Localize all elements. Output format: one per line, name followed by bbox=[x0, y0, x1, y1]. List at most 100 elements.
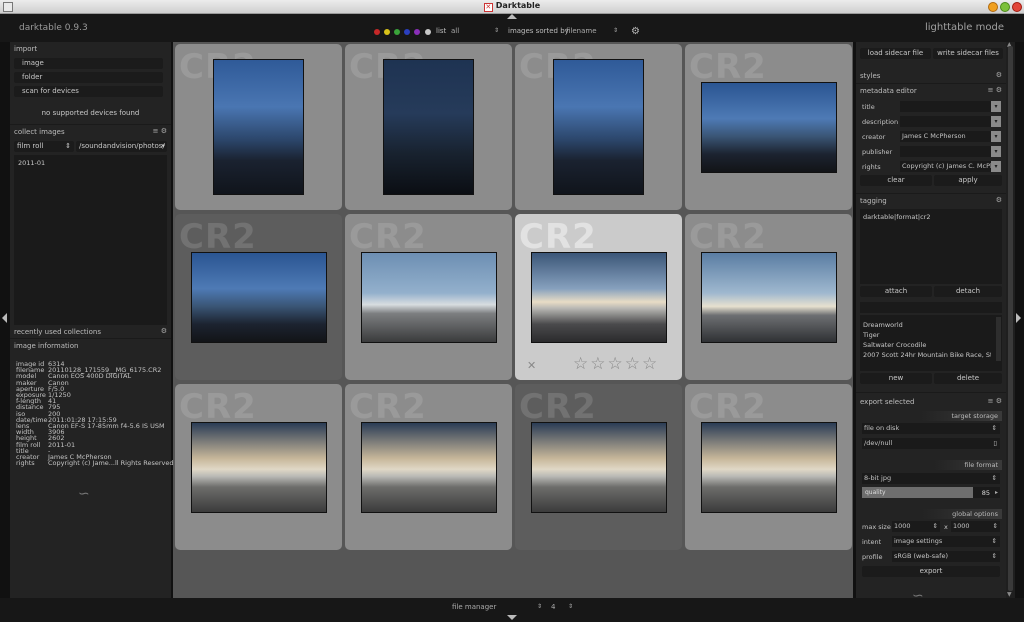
metadata-publisher-input[interactable]: ▾ bbox=[900, 146, 1001, 157]
list-item[interactable]: Saltwater Crocodile bbox=[863, 341, 991, 349]
thumbnail-image[interactable] bbox=[700, 81, 837, 173]
chevron-down-icon[interactable]: ▾ bbox=[991, 161, 1001, 172]
import-folder-button[interactable]: folder bbox=[14, 72, 163, 83]
thumbnail-image[interactable] bbox=[530, 251, 667, 343]
star-icon[interactable]: ☆ bbox=[642, 354, 659, 374]
scroll-down-icon[interactable]: ▼ bbox=[1007, 591, 1012, 598]
max-height-input[interactable]: 1000 ⇕ bbox=[951, 521, 1000, 532]
tag-entry-input[interactable] bbox=[860, 302, 1002, 313]
export-options-icons[interactable]: ≡ ⚙ bbox=[988, 397, 1002, 405]
zoom-spinner[interactable]: 4 ⇕ bbox=[548, 601, 576, 613]
thumbnail-image[interactable] bbox=[213, 59, 304, 195]
list-item[interactable]: 2007 Scott 24hr Mountain Bike Race, Stro… bbox=[863, 351, 991, 359]
thumbnail-cell[interactable]: CR2 bbox=[345, 214, 512, 380]
thumbnail-image[interactable] bbox=[530, 421, 667, 513]
color-label-dot[interactable] bbox=[404, 29, 410, 35]
collapse-top-arrow-icon[interactable] bbox=[507, 14, 517, 19]
thumbnail-cell[interactable]: CR2 bbox=[515, 384, 682, 550]
reject-icon[interactable]: ✕ bbox=[527, 359, 536, 372]
color-label-dot[interactable] bbox=[374, 29, 380, 35]
maximize-button[interactable] bbox=[1000, 2, 1010, 12]
star-icon[interactable]: ☆ bbox=[573, 354, 590, 374]
sort-combo[interactable]: filename ⇕ bbox=[563, 25, 621, 37]
document-icon[interactable]: ▯ bbox=[993, 438, 997, 449]
star-icon[interactable]: ☆ bbox=[590, 354, 607, 374]
thumbnail-image[interactable] bbox=[360, 421, 497, 513]
thumbnail-image[interactable] bbox=[553, 59, 644, 195]
apply-metadata-button[interactable]: apply bbox=[934, 175, 1002, 186]
metadata-options-icons[interactable]: ≡ ⚙ bbox=[988, 86, 1002, 94]
chevron-down-icon[interactable]: ▾ bbox=[991, 146, 1001, 157]
detach-tag-button[interactable]: detach bbox=[934, 286, 1002, 297]
list-item[interactable]: darktable|format|cr2 bbox=[863, 213, 930, 221]
thumbnail-cell[interactable]: CR2 bbox=[685, 214, 852, 380]
collect-path-combo[interactable]: /soundandvision/photos/▾ bbox=[76, 141, 167, 152]
right-panel-scrollbar[interactable]: ▲ ▼ bbox=[1006, 41, 1015, 602]
list-item[interactable]: Dreamworld bbox=[863, 321, 991, 329]
close-button[interactable] bbox=[1012, 2, 1022, 12]
metadata-rights-input[interactable]: Copyright (c) James C. McPh ▾ bbox=[900, 161, 1001, 172]
star-icon[interactable]: ☆ bbox=[625, 354, 642, 374]
thumbnail-image[interactable] bbox=[190, 421, 327, 513]
collapse-bottom-arrow-icon[interactable] bbox=[507, 615, 517, 620]
intent-combo[interactable]: image settings ⇕ bbox=[892, 536, 1000, 547]
chevron-down-icon[interactable]: ▾ bbox=[991, 116, 1001, 127]
delete-tag-button[interactable]: delete bbox=[934, 373, 1002, 384]
tag-list-scrollbar[interactable] bbox=[996, 317, 1001, 361]
thumbnail-image[interactable] bbox=[360, 251, 497, 343]
star-rating[interactable]: ☆☆☆☆☆ bbox=[573, 354, 659, 374]
import-image-button[interactable]: image bbox=[14, 58, 163, 69]
list-item[interactable]: Tiger bbox=[863, 331, 991, 339]
thumbnail-cell[interactable]: CR2 bbox=[345, 44, 512, 210]
minimize-button[interactable] bbox=[988, 2, 998, 12]
export-button[interactable]: export bbox=[862, 566, 1000, 577]
collapse-left-arrow-icon[interactable] bbox=[2, 313, 7, 323]
scan-devices-button[interactable]: scan for devices bbox=[14, 86, 163, 97]
collect-property-combo[interactable]: film roll ⇕ bbox=[14, 141, 74, 152]
list-item[interactable]: 2011-01 bbox=[18, 159, 45, 167]
gear-icon[interactable]: ⚙ bbox=[996, 71, 1002, 79]
layout-combo[interactable]: file manager ⇕ bbox=[449, 601, 545, 613]
thumbnail-image[interactable] bbox=[190, 251, 327, 343]
new-tag-button[interactable]: new bbox=[860, 373, 932, 384]
star-icon[interactable]: ☆ bbox=[608, 354, 625, 374]
color-label-dot[interactable] bbox=[414, 29, 420, 35]
thumbnail-cell[interactable]: CR2 bbox=[685, 384, 852, 550]
format-combo[interactable]: 8-bit jpg ⇕ bbox=[862, 473, 1000, 484]
attached-tags-list[interactable]: darktable|format|cr2 bbox=[860, 209, 1002, 284]
thumbnail-cell[interactable]: CR2 bbox=[175, 384, 342, 550]
chevron-down-icon[interactable]: ▾ bbox=[991, 101, 1001, 112]
export-path-input[interactable]: /dev/null ▯ bbox=[862, 438, 1000, 449]
thumbnail-cell[interactable]: CR2 bbox=[175, 44, 342, 210]
metadata-description-input[interactable]: ▾ bbox=[900, 116, 1001, 127]
gear-icon[interactable]: ⚙ bbox=[161, 327, 167, 335]
color-label-dot[interactable] bbox=[425, 29, 431, 35]
gear-icon[interactable]: ⚙ bbox=[631, 26, 640, 37]
load-sidecar-button[interactable]: load sidecar file bbox=[860, 48, 931, 59]
attach-tag-button[interactable]: attach bbox=[860, 286, 932, 297]
metadata-creator-input[interactable]: James C McPherson ▾ bbox=[900, 131, 1001, 142]
filter-combo[interactable]: all ⇕ bbox=[448, 25, 502, 37]
metadata-title-input[interactable]: ▾ bbox=[900, 101, 1001, 112]
thumbnail-image[interactable] bbox=[700, 251, 837, 343]
clear-metadata-button[interactable]: clear bbox=[860, 175, 932, 186]
profile-combo[interactable]: sRGB (web-safe) ⇕ bbox=[892, 551, 1000, 562]
chevron-down-icon[interactable]: ▾ bbox=[991, 131, 1001, 142]
thumbnail-cell[interactable]: CR2 bbox=[175, 214, 342, 380]
collapse-right-arrow-icon[interactable] bbox=[1016, 313, 1021, 323]
write-sidecar-button[interactable]: write sidecar files bbox=[933, 48, 1003, 59]
thumbnail-cell[interactable]: CR2 bbox=[685, 44, 852, 210]
collect-options-icons[interactable]: ≡ ⚙ bbox=[153, 127, 167, 135]
quality-slider[interactable]: quality 85 ▸ bbox=[862, 487, 1000, 498]
storage-combo[interactable]: file on disk ⇕ bbox=[862, 423, 1000, 434]
collect-list[interactable]: 2011-01 bbox=[14, 155, 167, 325]
scrollbar-thumb[interactable] bbox=[1008, 46, 1013, 591]
gear-icon[interactable]: ⚙ bbox=[996, 196, 1002, 204]
thumbnail-cell[interactable]: CR2 bbox=[345, 384, 512, 550]
thumbnail-image[interactable] bbox=[700, 421, 837, 513]
thumbnail-cell[interactable]: CR2 bbox=[515, 44, 682, 210]
color-label-dot[interactable] bbox=[394, 29, 400, 35]
color-label-dot[interactable] bbox=[384, 29, 390, 35]
tag-dictionary-list[interactable]: Dreamworld Tiger Saltwater Crocodile 2007 S… bbox=[860, 315, 1002, 371]
thumbnail-image[interactable] bbox=[383, 59, 474, 195]
